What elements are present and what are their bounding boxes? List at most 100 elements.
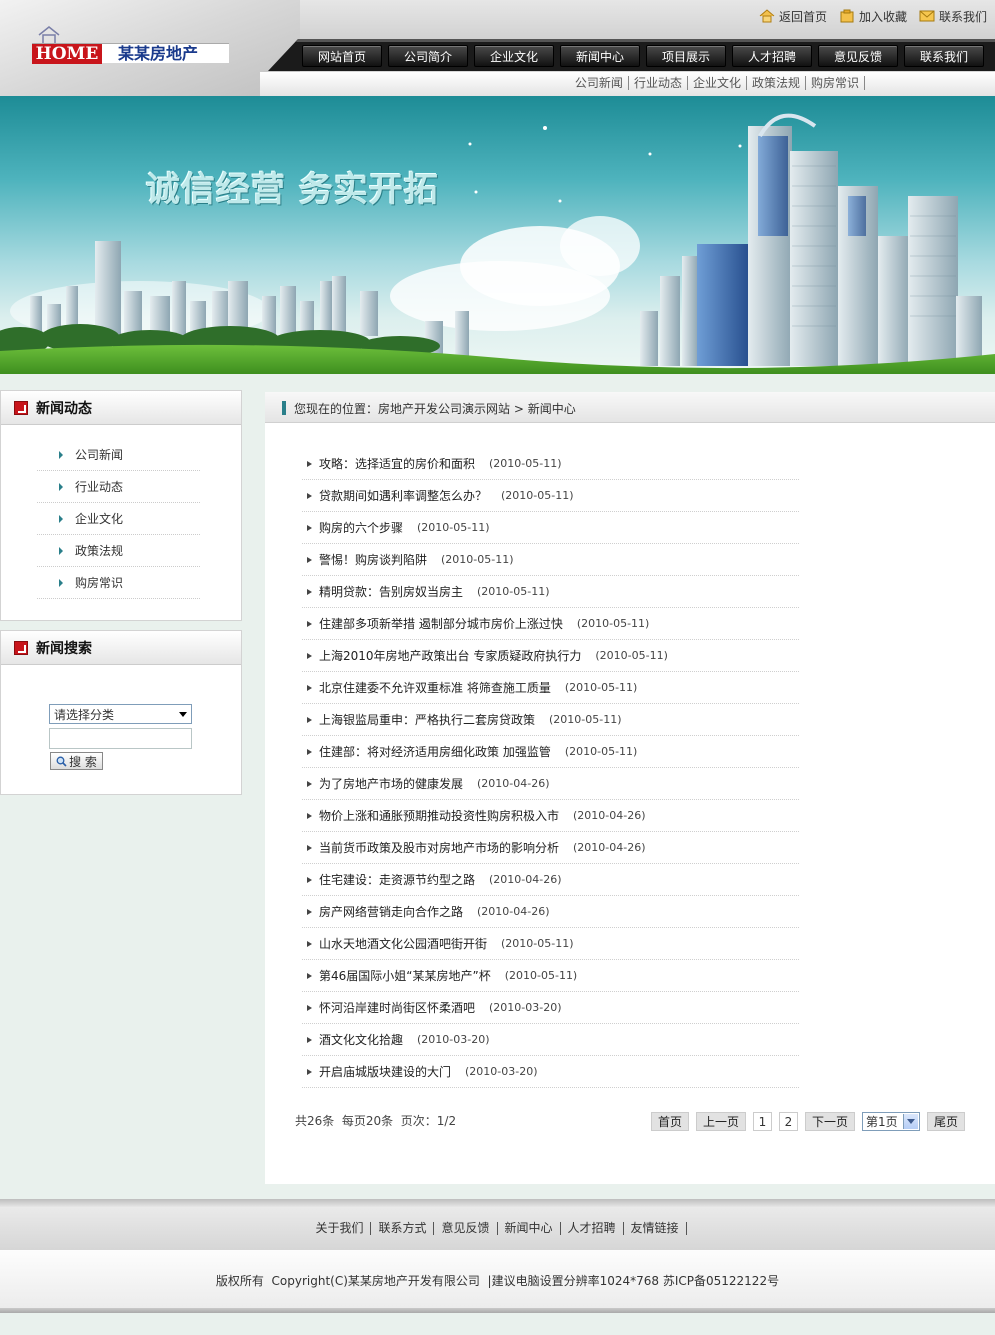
- news-title[interactable]: 住建部多项新举措 遏制部分城市房价上涨过快: [319, 615, 563, 632]
- news-title[interactable]: 警惕！购房谈判陷阱: [319, 551, 427, 568]
- arrow-box-icon: [14, 400, 28, 415]
- subnav-culture[interactable]: 企业文化: [688, 76, 747, 90]
- news-item[interactable]: 贷款期间如遇利率调整怎么办？ (2010-05-11): [302, 480, 799, 512]
- nav-about[interactable]: 公司简介: [388, 45, 468, 67]
- page-number-2[interactable]: 2: [778, 1112, 798, 1131]
- sidebar-item-label: 公司新闻: [75, 448, 124, 462]
- footer-link-about[interactable]: 关于我们: [308, 1222, 372, 1235]
- subnav-buying-tips[interactable]: 购房常识: [806, 76, 865, 90]
- nav-news[interactable]: 新闻中心: [560, 45, 640, 67]
- contact-us-top-link[interactable]: 联系我们: [919, 6, 987, 26]
- news-title[interactable]: 购房的六个步骤: [319, 519, 403, 536]
- bullet-icon: [307, 1036, 312, 1043]
- news-date: (2010-04-26): [477, 777, 550, 790]
- news-item[interactable]: 怀河沿岸建时尚街区怀柔酒吧 (2010-03-20): [302, 992, 799, 1024]
- favorite-icon: [840, 9, 854, 23]
- news-item[interactable]: 上海银监局重申：严格执行二套房贷政策 (2010-05-11): [302, 704, 799, 736]
- first-page-button[interactable]: 首页: [650, 1112, 689, 1131]
- news-item[interactable]: 开启庙城版块建设的大门 (2010-03-20): [302, 1056, 799, 1088]
- bullet-icon: [307, 556, 312, 563]
- prev-page-button[interactable]: 上一页: [695, 1112, 746, 1131]
- news-title[interactable]: 开启庙城版块建设的大门: [319, 1063, 451, 1080]
- news-title[interactable]: 物价上涨和通胀预期推动投资性购房积极入市: [319, 807, 559, 824]
- logo[interactable]: HOME 某某房地产: [32, 43, 229, 64]
- nav-culture[interactable]: 企业文化: [474, 45, 554, 67]
- footer-link-friends[interactable]: 友情链接: [624, 1222, 687, 1235]
- add-favorite-link[interactable]: 加入收藏: [839, 6, 907, 26]
- footer-link-contact[interactable]: 联系方式: [371, 1222, 435, 1235]
- next-page-button[interactable]: 下一页: [804, 1112, 855, 1131]
- caret-right-icon: [59, 546, 63, 555]
- breadcrumb-current[interactable]: 新闻中心: [528, 402, 576, 416]
- page-select-value: 第1页: [865, 1115, 898, 1129]
- news-item[interactable]: 北京住建委不允许双重标准 将筛查施工质量 (2010-05-11): [302, 672, 799, 704]
- back-home-link[interactable]: 返回首页: [759, 6, 827, 26]
- footer-divider: [0, 1199, 995, 1207]
- news-date: (2010-05-11): [576, 617, 650, 630]
- news-date: (2010-05-11): [417, 521, 490, 534]
- footer-link-jobs[interactable]: 人才招聘: [561, 1222, 624, 1235]
- breadcrumb-site-link[interactable]: 房地产开发公司演示网站: [378, 402, 510, 416]
- news-title[interactable]: 山水天地酒文化公园酒吧街开街: [319, 935, 487, 952]
- news-item[interactable]: 攻略：选择适宜的房价和面积 (2010-05-11): [302, 448, 799, 480]
- news-item[interactable]: 为了房地产市场的健康发展 (2010-04-26): [302, 768, 799, 800]
- news-item[interactable]: 房产网络营销走向合作之路 (2010-04-26): [302, 896, 799, 928]
- news-item[interactable]: 第46届国际小姐“某某房地产”杯 (2010-05-11): [302, 960, 799, 992]
- sidebar-item-buying-tips[interactable]: 购房常识: [37, 567, 200, 599]
- nav-projects[interactable]: 项目展示: [646, 45, 726, 67]
- nav-feedback[interactable]: 意见反馈: [818, 45, 898, 67]
- bullet-icon: [307, 844, 312, 851]
- news-item[interactable]: 精明贷款：告别房奴当房主 (2010-05-11): [302, 576, 799, 608]
- sidebar-item-industry[interactable]: 行业动态: [37, 471, 200, 503]
- news-title[interactable]: 房产网络营销走向合作之路: [319, 903, 463, 920]
- news-item[interactable]: 当前货币政策及股市对房地产市场的影响分析 (2010-04-26): [302, 832, 799, 864]
- main-content: 您现在的位置：房地产开发公司演示网站 > 新闻中心 攻略：选择适宜的房价和面积 (…: [265, 392, 995, 1184]
- subnav-industry[interactable]: 行业动态: [629, 76, 688, 90]
- news-title[interactable]: 怀河沿岸建时尚街区怀柔酒吧: [319, 999, 475, 1016]
- news-title[interactable]: 酒文化文化拾趣: [319, 1031, 403, 1048]
- footer-bottom-line: [0, 1308, 995, 1313]
- news-item[interactable]: 购房的六个步骤 (2010-05-11): [302, 512, 799, 544]
- footer-link-news[interactable]: 新闻中心: [498, 1222, 561, 1235]
- sidebar-item-policy[interactable]: 政策法规: [37, 535, 200, 567]
- nav-contact[interactable]: 联系我们: [904, 45, 984, 67]
- news-date: (2010-05-11): [595, 649, 668, 662]
- last-page-button[interactable]: 尾页: [926, 1112, 965, 1131]
- news-title[interactable]: 当前货币政策及股市对房地产市场的影响分析: [319, 839, 559, 856]
- news-item[interactable]: 住宅建设：走资源节约型之路 (2010-04-26): [302, 864, 799, 896]
- page-select[interactable]: 第1页: [861, 1112, 920, 1131]
- page-number-1[interactable]: 1: [752, 1112, 772, 1131]
- news-item[interactable]: 住建部多项新举措 遏制部分城市房价上涨过快 (2010-05-11): [302, 608, 799, 640]
- subnav-policy[interactable]: 政策法规: [747, 76, 806, 90]
- nav-jobs[interactable]: 人才招聘: [732, 45, 812, 67]
- category-select[interactable]: 请选择分类: [49, 704, 192, 724]
- news-list: 攻略：选择适宜的房价和面积 (2010-05-11) 贷款期间如遇利率调整怎么办？…: [302, 448, 799, 1088]
- news-title[interactable]: 住建部：将对经济适用房细化政策 加强监管: [319, 743, 551, 760]
- subnav-company-news[interactable]: 公司新闻: [570, 76, 629, 90]
- news-item[interactable]: 酒文化文化拾趣 (2010-03-20): [302, 1024, 799, 1056]
- news-title[interactable]: 上海银监局重申：严格执行二套房贷政策: [319, 711, 535, 728]
- news-item[interactable]: 警惕！购房谈判陷阱 (2010-05-11): [302, 544, 799, 576]
- search-icon: [56, 756, 67, 767]
- news-title[interactable]: 精明贷款：告别房奴当房主: [319, 583, 463, 600]
- sidebar-item-company-news[interactable]: 公司新闻: [37, 439, 200, 471]
- footer-link-feedback[interactable]: 意见反馈: [434, 1222, 498, 1235]
- mail-icon: [919, 10, 935, 22]
- search-button[interactable]: 搜 索: [50, 752, 103, 770]
- news-item[interactable]: 上海2010年房地产政策出台 专家质疑政府执行力 (2010-05-11): [302, 640, 799, 672]
- news-date: (2010-04-26): [573, 841, 646, 854]
- news-item[interactable]: 住建部：将对经济适用房细化政策 加强监管 (2010-05-11): [302, 736, 799, 768]
- news-title[interactable]: 北京住建委不允许双重标准 将筛查施工质量: [319, 679, 551, 696]
- keyword-input[interactable]: [49, 728, 192, 749]
- news-title[interactable]: 上海2010年房地产政策出台 专家质疑政府执行力: [319, 647, 581, 664]
- news-title[interactable]: 贷款期间如遇利率调整怎么办？: [319, 487, 487, 504]
- news-item[interactable]: 物价上涨和通胀预期推动投资性购房积极入市 (2010-04-26): [302, 800, 799, 832]
- news-title[interactable]: 为了房地产市场的健康发展: [319, 775, 463, 792]
- news-title[interactable]: 攻略：选择适宜的房价和面积: [319, 455, 475, 472]
- news-title[interactable]: 第46届国际小姐“某某房地产”杯: [319, 967, 491, 984]
- news-item[interactable]: 山水天地酒文化公园酒吧街开街 (2010-05-11): [302, 928, 799, 960]
- breadcrumb-bar: 您现在的位置：房地产开发公司演示网站 > 新闻中心: [265, 392, 995, 423]
- sidebar-item-culture[interactable]: 企业文化: [37, 503, 200, 535]
- nav-home[interactable]: 网站首页: [302, 45, 382, 67]
- news-title[interactable]: 住宅建设：走资源节约型之路: [319, 871, 475, 888]
